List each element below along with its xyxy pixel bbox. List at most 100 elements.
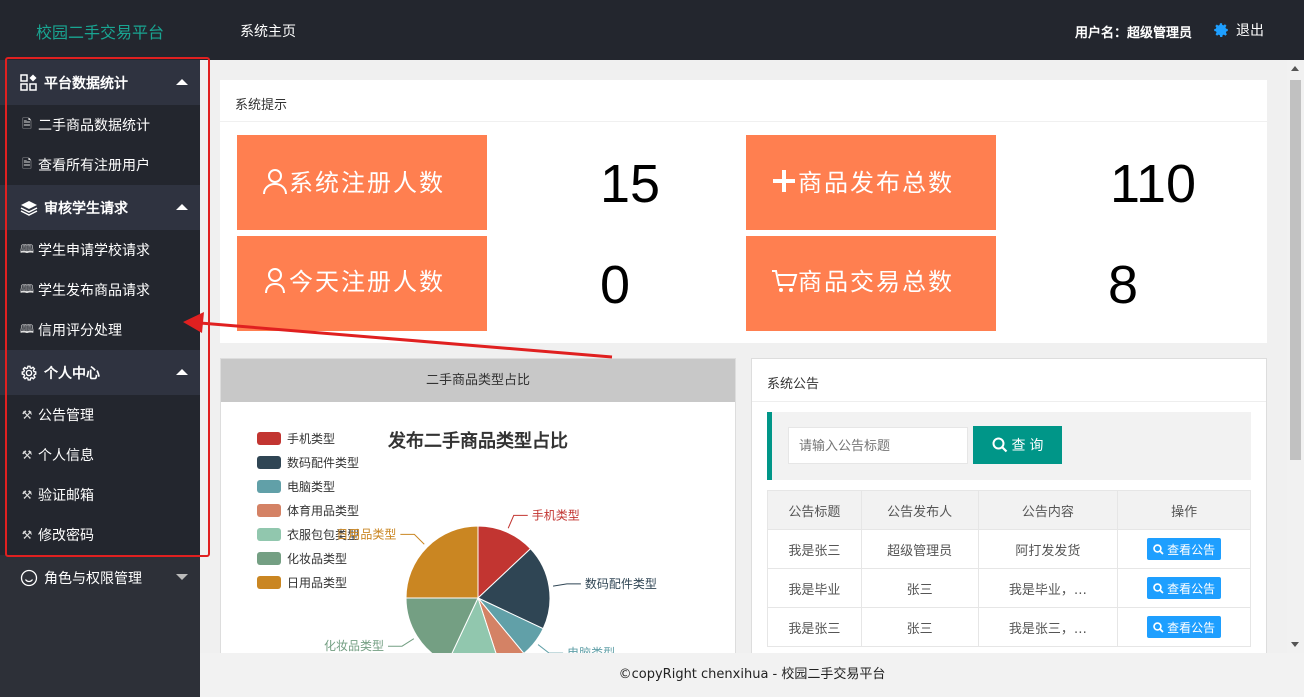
sidebar-group-review-requests[interactable]: 审核学生请求 [0,185,200,230]
stat-value-today-registrations: 0 [600,255,631,315]
gear-icon [1214,23,1228,37]
legend-swatch[interactable] [257,528,281,541]
sidebar-item-label: 信用评分处理 [38,323,122,339]
cell-action: 查看公告 [1117,529,1251,569]
scroll-down-icon[interactable] [1291,642,1299,647]
legend-label[interactable]: 日用品类型 [287,576,347,590]
pie-label-line [507,514,528,529]
stat-tile-registered-users: 系统注册人数 [237,135,487,230]
logout-button[interactable]: 退出 [1212,20,1264,40]
sidebar-group-platform-stats[interactable]: 平台数据统计 [0,60,200,105]
username-label: 用户名：超级管理员 [1074,26,1192,41]
cell-title: 我是张三 [767,529,862,569]
legend-label[interactable]: 体育用品类型 [287,503,359,518]
sidebar-item-verify-email[interactable]: ⚒ 验证邮箱 [0,475,200,515]
view-announcement-button[interactable]: 查看公告 [1147,577,1222,599]
cell-content: 我是毕业，… [977,568,1119,608]
view-announcement-label: 查看公告 [1167,542,1216,557]
sidebar-group-roles[interactable]: 角色与权限管理 [0,555,200,600]
pie-slice-label: 数码配件类型 [585,576,657,591]
announcement-search-button[interactable]: 查 询 [973,426,1062,464]
user-icon [265,268,285,294]
sidebar-item-goods-stats[interactable]: 🗎 二手商品数据统计 [0,105,200,145]
legend-label[interactable]: 手机类型 [287,432,335,446]
doc-icon: 🗎 [22,116,32,131]
legend-swatch[interactable] [257,432,281,445]
search-icon [1153,543,1164,555]
scrollbar-thumb[interactable] [1290,80,1301,460]
stat-label: 商品发布总数 [798,169,954,197]
view-announcement-label: 查看公告 [1167,620,1216,635]
stat-value-goods-published: 110 [1110,154,1197,214]
legend-swatch[interactable] [257,576,281,589]
pie-label-line [400,533,425,545]
search-icon [992,437,1007,453]
layers-icon [20,200,38,216]
view-announcement-button[interactable]: 查看公告 [1147,538,1222,560]
announcement-table: 公告标题 公告发布人 公告内容 操作 我是张三 超级管理员 阿打发发货 查看公告 [767,490,1251,647]
doc-icon: 🗎 [22,156,32,171]
view-announcement-button[interactable]: 查看公告 [1147,616,1222,638]
expand-arrow-icon[interactable] [176,574,188,580]
scroll-up-icon[interactable] [1291,66,1299,71]
collapse-arrow-icon[interactable] [176,204,188,210]
pie-label-line [552,583,581,587]
brand-title[interactable]: 校园二手交易平台 [36,19,164,43]
sidebar-item-label: 学生发布商品请求 [38,283,150,299]
cell-content: 我是张三，… [977,607,1119,647]
pie-slice-label: 化妆品类型 [324,639,384,653]
goods-type-chart-card: 二手商品类型占比 发布二手商品类型占比 手机类型 数码配件类型 电脑类型 体育用品类型… [220,358,736,658]
table-row: 我是张三 张三 我是张三，… 查看公告 [767,607,1251,647]
cell-action: 查看公告 [1117,607,1251,647]
stat-value-registered-users: 15 [600,154,661,214]
cell-title: 我是张三 [767,607,862,647]
home-link[interactable]: 系统主页 [240,21,296,41]
sidebar-group-personal-center[interactable]: 个人中心 [0,350,200,395]
sidebar-item-credit-score[interactable]: 🕮 信用评分处理 [0,310,200,350]
sidebar: 平台数据统计 🗎 二手商品数据统计 🗎 查看所有注册用户 审核学生请求 🕮 学生… [0,60,200,697]
wrench-icon: ⚒ [21,488,33,502]
sidebar-group-label: 平台数据统计 [44,75,128,92]
legend-label[interactable]: 数码配件类型 [287,455,359,470]
view-announcement-label: 查看公告 [1167,581,1216,596]
pie-label-line [537,644,564,654]
stat-label: 今天注册人数 [289,268,445,296]
pie-label-line [388,638,415,647]
sidebar-item-announcements[interactable]: ⚒ 公告管理 [0,395,200,435]
collapse-arrow-icon[interactable] [176,79,188,85]
legend-swatch[interactable] [257,552,281,565]
announcement-card-title: 系统公告 [752,359,1266,402]
sidebar-item-label: 二手商品数据统计 [38,118,150,134]
table-row: 我是毕业 张三 我是毕业，… 查看公告 [767,568,1251,608]
sidebar-item-all-users[interactable]: 🗎 查看所有注册用户 [0,145,200,185]
cell-action: 查看公告 [1117,568,1251,608]
stat-label: 商品交易总数 [798,268,954,296]
legend-label[interactable]: 电脑类型 [287,480,335,494]
sidebar-item-school-requests[interactable]: 🕮 学生申请学校请求 [0,230,200,270]
sidebar-item-label: 公告管理 [38,408,94,424]
search-icon [1153,621,1164,633]
collapse-arrow-icon[interactable] [176,369,188,375]
legend-label[interactable]: 化妆品类型 [287,552,347,566]
stat-value-goods-traded: 8 [1108,255,1139,315]
search-button-label: 查 询 [1011,437,1044,453]
sidebar-item-change-password[interactable]: ⚒ 修改密码 [0,515,200,555]
column-header: 操作 [1117,490,1251,530]
smile-icon [20,569,38,586]
sidebar-item-profile[interactable]: ⚒ 个人信息 [0,435,200,475]
announcement-search-input[interactable] [788,427,968,464]
book-icon: 🕮 [19,281,35,296]
plus-icon [773,170,795,192]
stat-label: 系统注册人数 [289,169,445,197]
legend-swatch[interactable] [257,504,281,517]
page-scrollbar[interactable] [1287,60,1304,653]
sidebar-item-goods-requests[interactable]: 🕮 学生发布商品请求 [0,270,200,310]
grid-icon [20,73,37,91]
search-icon [1153,582,1164,594]
legend-swatch[interactable] [257,456,281,469]
legend-swatch[interactable] [257,480,281,493]
chart-title: 发布二手商品类型占比 [387,430,568,451]
announcement-card: 系统公告 查 询 公告标题 公告发布人 公告内容 操作 我是张三 超级管理员 阿… [751,358,1267,658]
pie-slice-label: 手机类型 [532,508,580,522]
wrench-icon: ⚒ [21,528,33,542]
